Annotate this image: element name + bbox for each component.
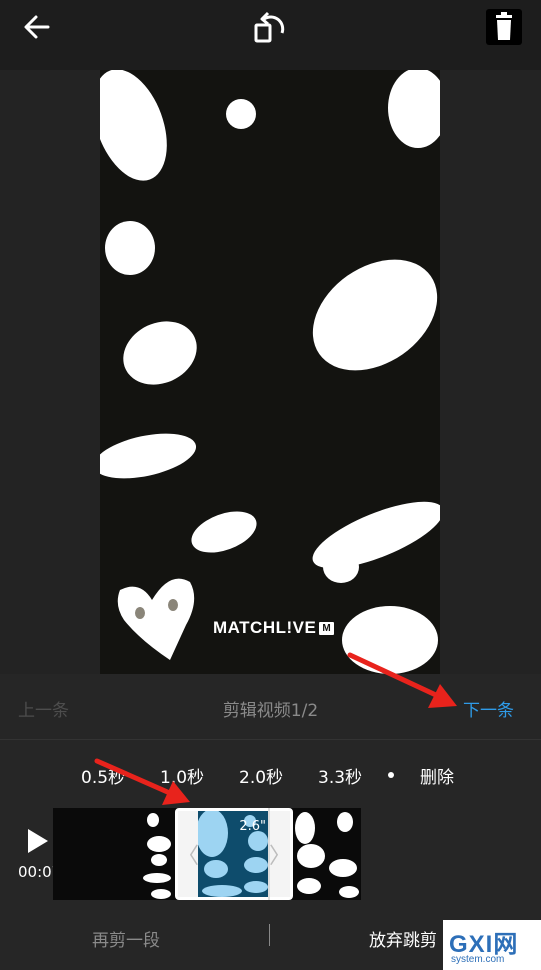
- clip-selector[interactable]: 〈 2.6" 〉: [175, 808, 293, 900]
- back-arrow-icon: [24, 15, 50, 39]
- divider: [269, 924, 270, 946]
- timeline: 00:07 〈 2.6" 〉: [0, 808, 541, 920]
- trim-handle-right[interactable]: 〉: [269, 811, 292, 897]
- brand-text: MATCHL!VE: [213, 618, 317, 637]
- brand-logo: MATCHL!VE M: [213, 618, 335, 638]
- top-toolbar: [0, 0, 541, 70]
- watermark-site: system.com: [451, 954, 505, 965]
- next-clip-button[interactable]: 下一条: [463, 696, 514, 721]
- duration-option-3-3s[interactable]: 3.3秒: [318, 763, 362, 788]
- duration-option-1-0s[interactable]: 1.0秒: [160, 763, 204, 788]
- rotate-icon: [254, 11, 285, 43]
- filmstrip[interactable]: 〈 2.6" 〉: [53, 808, 361, 900]
- playhead[interactable]: [268, 808, 270, 900]
- chevron-left-icon: 〈: [177, 844, 200, 869]
- separator-dot: [388, 772, 394, 778]
- back-button[interactable]: [14, 0, 60, 54]
- play-icon[interactable]: [26, 828, 50, 854]
- duration-option-2-0s[interactable]: 2.0秒: [239, 763, 283, 788]
- brand-badge: M: [319, 621, 335, 635]
- cut-again-button[interactable]: 再剪一段: [92, 926, 160, 951]
- chevron-right-icon: 〉: [269, 844, 292, 869]
- video-frame-pattern: [100, 70, 440, 674]
- trash-icon: [486, 9, 522, 45]
- delete-video-button[interactable]: [484, 0, 524, 54]
- rotate-button[interactable]: [242, 0, 298, 54]
- skip-cut-button[interactable]: 放弃跳剪: [369, 926, 437, 951]
- site-watermark: GXI网 system.com: [443, 920, 541, 970]
- delete-segment-button[interactable]: 删除: [420, 763, 454, 788]
- clip-length-label: 2.6": [239, 819, 266, 834]
- clip-title: 剪辑视频1/2: [222, 701, 319, 721]
- duration-option-0-5s[interactable]: 0.5秒: [81, 763, 125, 788]
- clip-navigation: 上一条 剪辑视频1/2 下一条: [0, 674, 541, 740]
- trim-handle-left[interactable]: 〈: [177, 811, 200, 897]
- video-preview[interactable]: MATCHL!VE M: [100, 70, 440, 674]
- duration-options: 0.5秒 1.0秒 2.0秒 3.3秒 删除: [0, 740, 541, 808]
